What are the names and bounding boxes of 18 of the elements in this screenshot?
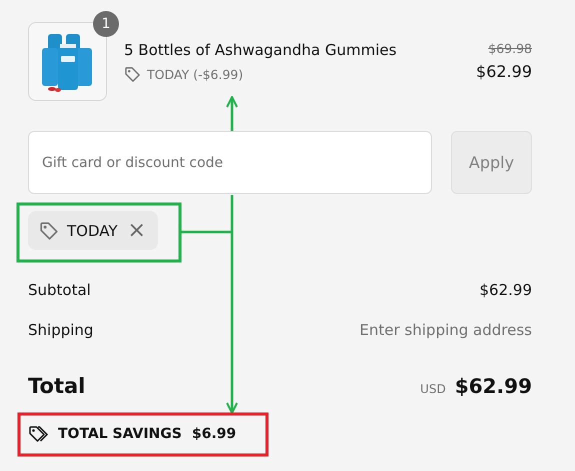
apply-button[interactable]: Apply (451, 131, 532, 194)
original-price: $69.98 (487, 41, 532, 56)
currency: USD (420, 382, 446, 396)
summary-value: $62.99 (480, 281, 532, 299)
total-label: Total (28, 374, 86, 398)
product-name: 5 Bottles of Ashwagandha Gummies (124, 40, 398, 60)
savings-value: $6.99 (192, 426, 236, 442)
summary-label: Subtotal (28, 281, 91, 299)
discount-field[interactable]: Gift card or discount code (28, 131, 432, 194)
discount-label: TODAY (-$6.99) (147, 66, 244, 82)
total-value: $62.99 (454, 374, 532, 398)
quantity-badge: 1 (93, 10, 119, 36)
discount-code: TODAY (67, 222, 118, 240)
remove-button[interactable]: × (126, 220, 148, 242)
savings-label: TOTAL SAVINGS (58, 426, 182, 442)
summary-label: Shipping (28, 321, 94, 339)
shipping-hint: Enter shipping address (360, 321, 532, 339)
price: $62.99 (476, 62, 532, 81)
